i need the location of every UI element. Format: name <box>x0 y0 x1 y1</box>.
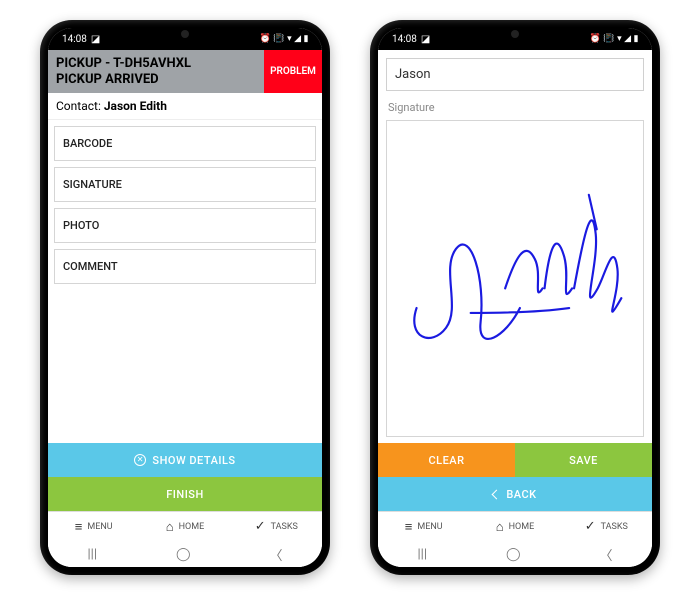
screen-left: 14:08 ◪ ⏰ 📳 ▾ ◢ ▮ PICKUP - T-DH5AVHXL PI… <box>48 28 322 567</box>
bottom-nav: ≡ MENU ⌂ HOME ✓ TASKS <box>48 511 322 541</box>
contact-row: Contact: Jason Edith <box>48 93 322 120</box>
header-line2: PICKUP ARRIVED <box>56 72 256 88</box>
bottom-nav: ≡ MENU ⌂ HOME ✓ TASKS <box>378 511 652 541</box>
android-back-icon[interactable]: 〈 <box>269 545 282 564</box>
camera-notch <box>181 30 189 38</box>
check-icon: ✓ <box>585 519 596 534</box>
contact-label: Contact: <box>56 99 101 113</box>
list-item-photo[interactable]: PHOTO <box>54 208 316 243</box>
list-item-comment[interactable]: COMMENT <box>54 249 316 284</box>
finish-button[interactable]: FINISH <box>48 477 322 511</box>
android-recents-icon[interactable]: ||| <box>87 547 97 562</box>
signal-icon: ◢ <box>294 34 300 44</box>
nav-menu[interactable]: ≡ MENU <box>48 519 139 535</box>
battery-icon: ▮ <box>304 34 308 44</box>
alarm-icon: ⏰ <box>260 34 271 44</box>
hamburger-icon: ≡ <box>75 519 83 535</box>
signature-stroke <box>387 121 643 436</box>
camera-notch <box>511 30 519 38</box>
android-recents-icon[interactable]: ||| <box>417 547 427 562</box>
status-note-icon: ◪ <box>91 34 100 45</box>
nav-home[interactable]: ⌂ HOME <box>469 519 560 535</box>
vibrate-icon: 📳 <box>273 34 284 44</box>
check-icon: ✓ <box>255 519 266 534</box>
clear-button[interactable]: CLEAR <box>378 443 515 477</box>
nav-tasks[interactable]: ✓ TASKS <box>231 519 322 534</box>
alarm-icon: ⏰ <box>590 34 601 44</box>
chevron-left-icon <box>492 489 502 499</box>
task-header: PICKUP - T-DH5AVHXL PICKUP ARRIVED PROBL… <box>48 50 322 93</box>
save-button[interactable]: SAVE <box>515 443 652 477</box>
details-icon: ✕ <box>134 454 146 466</box>
list-item-signature[interactable]: SIGNATURE <box>54 167 316 202</box>
wifi-icon: ▾ <box>287 34 291 44</box>
android-home-icon[interactable]: ◯ <box>176 547 191 562</box>
action-list: BARCODE SIGNATURE PHOTO COMMENT <box>48 120 322 443</box>
signature-label: Signature <box>378 99 652 116</box>
list-item-barcode[interactable]: BARCODE <box>54 126 316 161</box>
signature-pad[interactable] <box>386 120 644 437</box>
status-time: 14:08 <box>392 34 417 45</box>
problem-button[interactable]: PROBLEM <box>264 50 322 93</box>
phone-left: 14:08 ◪ ⏰ 📳 ▾ ◢ ▮ PICKUP - T-DH5AVHXL PI… <box>40 20 330 575</box>
android-nav: ||| ◯ 〈 <box>48 541 322 567</box>
show-details-button[interactable]: ✕ SHOW DETAILS <box>48 443 322 477</box>
screen-right: 14:08 ◪ ⏰ 📳 ▾ ◢ ▮ Jason Signature <box>378 28 652 567</box>
vibrate-icon: 📳 <box>603 34 614 44</box>
name-input[interactable]: Jason <box>386 58 644 91</box>
status-time: 14:08 <box>62 34 87 45</box>
wifi-icon: ▾ <box>617 34 621 44</box>
android-home-icon[interactable]: ◯ <box>506 547 521 562</box>
nav-home[interactable]: ⌂ HOME <box>139 519 230 535</box>
hamburger-icon: ≡ <box>405 519 413 535</box>
android-back-icon[interactable]: 〈 <box>599 545 612 564</box>
header-line1: PICKUP - T-DH5AVHXL <box>56 56 256 72</box>
battery-icon: ▮ <box>634 34 638 44</box>
android-nav: ||| ◯ 〈 <box>378 541 652 567</box>
phone-right: 14:08 ◪ ⏰ 📳 ▾ ◢ ▮ Jason Signature <box>370 20 660 575</box>
home-icon: ⌂ <box>496 519 504 535</box>
contact-name: Jason Edith <box>104 99 167 113</box>
back-button[interactable]: BACK <box>378 477 652 511</box>
status-note-icon: ◪ <box>421 34 430 45</box>
home-icon: ⌂ <box>166 519 174 535</box>
signal-icon: ◢ <box>624 34 630 44</box>
nav-tasks[interactable]: ✓ TASKS <box>561 519 652 534</box>
nav-menu[interactable]: ≡ MENU <box>378 519 469 535</box>
